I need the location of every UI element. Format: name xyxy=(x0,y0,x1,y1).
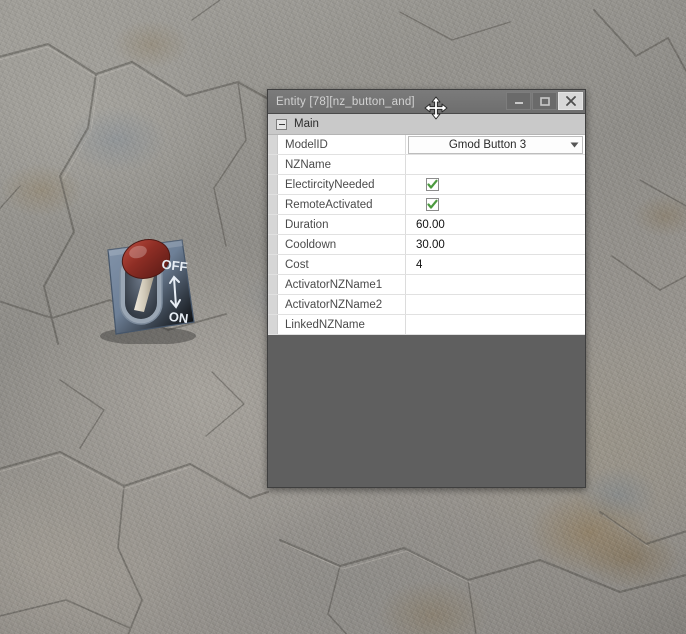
row-gutter xyxy=(268,135,278,154)
property-name: ElectircityNeeded xyxy=(278,175,406,194)
checkbox-remoteactivated[interactable] xyxy=(426,198,439,211)
row-gutter xyxy=(268,275,278,294)
close-button[interactable] xyxy=(558,92,583,110)
property-value[interactable] xyxy=(406,295,585,314)
property-rows: ModelID Gmod Button 3 NZName ElectircityNee… xyxy=(268,135,585,335)
property-row[interactable]: Duration 60.00 xyxy=(268,215,585,235)
row-gutter xyxy=(268,255,278,274)
property-name: NZName xyxy=(278,155,406,174)
property-name: Cooldown xyxy=(278,235,406,254)
lever-switch-prop: OFF ON xyxy=(100,239,196,344)
property-row[interactable]: ModelID Gmod Button 3 xyxy=(268,135,585,155)
property-value[interactable] xyxy=(406,195,585,214)
property-name: LinkedNZName xyxy=(278,315,406,334)
row-gutter xyxy=(268,175,278,194)
check-icon xyxy=(427,199,438,209)
model-id-dropdown[interactable]: Gmod Button 3 xyxy=(408,135,583,154)
switch-label-on: ON xyxy=(168,309,189,326)
property-value[interactable]: 30.00 xyxy=(406,235,585,254)
property-grid[interactable]: Main ModelID Gmod Button 3 NZName Electirci… xyxy=(268,114,585,335)
checkbox-electircityneeded[interactable] xyxy=(426,178,439,191)
minimize-button[interactable] xyxy=(506,92,531,110)
property-row[interactable]: ActivatorNZName2 xyxy=(268,295,585,315)
property-group-label: Main xyxy=(294,118,319,130)
chevron-down-icon[interactable] xyxy=(566,142,582,148)
property-row[interactable]: Cost 4 xyxy=(268,255,585,275)
check-icon xyxy=(427,179,438,189)
property-row[interactable]: ElectircityNeeded xyxy=(268,175,585,195)
property-row[interactable]: Cooldown 30.00 xyxy=(268,235,585,255)
property-name: ActivatorNZName2 xyxy=(278,295,406,314)
property-row[interactable]: NZName xyxy=(268,155,585,175)
property-group-main[interactable]: Main xyxy=(268,114,585,135)
property-row[interactable]: LinkedNZName xyxy=(268,315,585,335)
property-name: Duration xyxy=(278,215,406,234)
switch-label-off: OFF xyxy=(161,257,189,275)
row-gutter xyxy=(268,315,278,334)
property-value[interactable] xyxy=(406,155,585,174)
property-value[interactable]: 4 xyxy=(406,255,585,274)
row-gutter xyxy=(268,195,278,214)
row-gutter xyxy=(268,155,278,174)
entity-properties-window[interactable]: Entity [78][nz_button_and] Main ModelID … xyxy=(267,89,586,488)
game-viewport: OFF ON Entity [78][nz_button_and] Main M… xyxy=(0,0,686,634)
maximize-button[interactable] xyxy=(532,92,557,110)
window-title: Entity [78][nz_button_and] xyxy=(276,95,415,108)
minimize-icon xyxy=(514,102,523,104)
property-value[interactable]: 60.00 xyxy=(406,215,585,234)
property-row[interactable]: RemoteActivated xyxy=(268,195,585,215)
close-icon xyxy=(565,96,576,106)
minus-box-icon[interactable] xyxy=(276,118,287,130)
maximize-icon xyxy=(539,97,550,106)
dropdown-selected-value: Gmod Button 3 xyxy=(448,138,527,151)
row-gutter xyxy=(268,295,278,314)
property-name: ModelID xyxy=(278,135,406,154)
property-name: ActivatorNZName1 xyxy=(278,275,406,294)
property-name: Cost xyxy=(278,255,406,274)
property-value[interactable] xyxy=(406,175,585,194)
property-name: RemoteActivated xyxy=(278,195,406,214)
row-gutter xyxy=(268,235,278,254)
window-title-bar[interactable]: Entity [78][nz_button_and] xyxy=(268,90,585,114)
property-value[interactable] xyxy=(406,315,585,334)
row-gutter xyxy=(268,215,278,234)
window-controls xyxy=(506,92,583,110)
property-row[interactable]: ActivatorNZName1 xyxy=(268,275,585,295)
property-value[interactable] xyxy=(406,275,585,294)
property-value[interactable]: Gmod Button 3 xyxy=(406,135,585,154)
